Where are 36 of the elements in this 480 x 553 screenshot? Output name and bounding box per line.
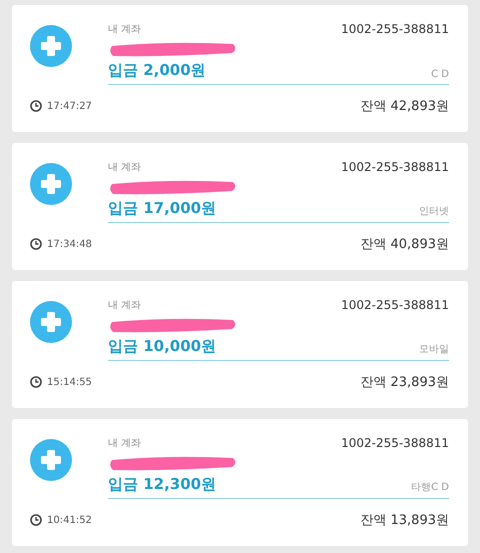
deposit-amount: 입금 10,000원 bbox=[108, 337, 216, 356]
clock-icon bbox=[30, 238, 42, 250]
transaction-card[interactable]: 내 계좌 1002-255-388811 입금 10,000원 모바일 15:14:55 잔액 23,893원 bbox=[12, 281, 468, 408]
transaction-channel: 모바일 bbox=[419, 343, 449, 356]
transaction-channel: 타행C D bbox=[411, 481, 449, 494]
plus-icon bbox=[30, 163, 72, 205]
account-label: 내 계좌 bbox=[108, 23, 142, 36]
balance-text: 잔액 13,893원 bbox=[360, 512, 449, 529]
clock-icon bbox=[30, 514, 42, 526]
plus-icon bbox=[30, 301, 72, 343]
balance-text: 잔액 42,893원 bbox=[360, 98, 449, 115]
transaction-time: 15:14:55 bbox=[47, 376, 92, 388]
account-number: 1002-255-388811 bbox=[341, 436, 449, 450]
clock-icon bbox=[30, 376, 42, 388]
balance-text: 잔액 23,893원 bbox=[360, 374, 449, 391]
transaction-time: 17:34:48 bbox=[47, 238, 92, 250]
account-label: 내 계좌 bbox=[108, 437, 142, 450]
transaction-card[interactable]: 내 계좌 1002-255-388811 입금 12,300원 타행C D 10:41:52 잔액 13,893원 bbox=[12, 419, 468, 546]
plus-icon bbox=[30, 25, 72, 67]
transaction-card[interactable]: 내 계좌 1002-255-388811 입금 2,000원 C D 17:47:27 잔액 42,893원 bbox=[12, 5, 468, 132]
account-number: 1002-255-388811 bbox=[341, 160, 449, 174]
account-number: 1002-255-388811 bbox=[341, 298, 449, 312]
transaction-card[interactable]: 내 계좌 1002-255-388811 입금 17,000원 인터넷 17:34:48 잔액 40,893원 bbox=[12, 143, 468, 270]
transaction-channel: C D bbox=[431, 69, 449, 80]
balance-text: 잔액 40,893원 bbox=[360, 236, 449, 253]
deposit-amount: 입금 17,000원 bbox=[108, 199, 216, 218]
clock-icon bbox=[30, 100, 42, 112]
deposit-amount: 입금 2,000원 bbox=[108, 61, 206, 80]
account-label: 내 계좌 bbox=[108, 161, 142, 174]
deposit-amount: 입금 12,300원 bbox=[108, 475, 216, 494]
account-label: 내 계좌 bbox=[108, 299, 142, 312]
plus-icon bbox=[30, 439, 72, 481]
transaction-time: 10:41:52 bbox=[47, 514, 92, 526]
account-number: 1002-255-388811 bbox=[341, 22, 449, 36]
transaction-time: 17:47:27 bbox=[47, 100, 92, 112]
transaction-channel: 인터넷 bbox=[419, 205, 449, 218]
